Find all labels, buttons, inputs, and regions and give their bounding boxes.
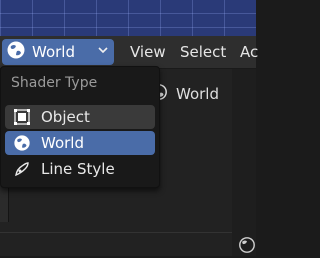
world-icon bbox=[6, 40, 26, 64]
toolbar-strip bbox=[0, 182, 9, 222]
menu-item-label: Object bbox=[41, 108, 90, 126]
line-style-icon bbox=[13, 160, 31, 178]
editor-header: World View Select Ac bbox=[0, 36, 258, 69]
menu-view[interactable]: View bbox=[130, 43, 166, 61]
sidebar-panel bbox=[232, 69, 256, 256]
divider bbox=[0, 232, 232, 233]
shader-type-label: World bbox=[32, 43, 75, 61]
menu-item-line-style[interactable]: Line Style bbox=[5, 157, 155, 181]
menu-select[interactable]: Select bbox=[180, 43, 226, 61]
node-label: World bbox=[176, 85, 219, 103]
shader-type-dropdown-button[interactable]: World bbox=[2, 39, 114, 65]
menu-item-label: World bbox=[41, 134, 84, 152]
menu-title: Shader Type bbox=[11, 75, 98, 91]
world-icon bbox=[238, 236, 256, 258]
world-icon bbox=[13, 134, 31, 152]
viewport-background bbox=[0, 0, 256, 36]
chevron-down-icon bbox=[98, 44, 108, 58]
menu-add[interactable]: Ac bbox=[240, 43, 258, 61]
node-world-label: World bbox=[150, 83, 219, 105]
menu-item-world[interactable]: World bbox=[5, 131, 155, 155]
menu-item-object[interactable]: Object bbox=[5, 105, 155, 129]
shader-type-menu: Shader Type Object World Line Style bbox=[0, 66, 160, 188]
menu-item-label: Line Style bbox=[41, 160, 115, 178]
object-icon bbox=[13, 108, 31, 126]
